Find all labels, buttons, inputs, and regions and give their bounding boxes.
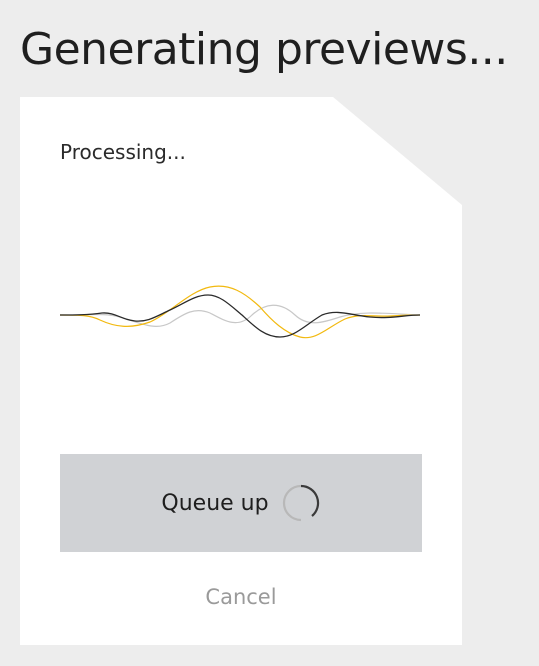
queue-up-button[interactable]: Queue up: [60, 454, 422, 552]
spinner-arc-dark: [300, 484, 319, 517]
processing-status: Processing...: [60, 140, 186, 164]
page-title: Generating previews...: [20, 24, 508, 75]
preview-card: Processing... Queue up Cancel: [20, 97, 462, 645]
queue-up-label: Queue up: [161, 490, 269, 516]
loading-spinner-icon: [282, 484, 319, 522]
cancel-button[interactable]: Cancel: [60, 583, 422, 611]
audio-waveform-icon: [60, 285, 420, 339]
waveform-line-yellow: [60, 285, 420, 339]
spinner-arc-light: [282, 484, 301, 522]
page: Generating previews... Processing... Que…: [0, 0, 539, 666]
